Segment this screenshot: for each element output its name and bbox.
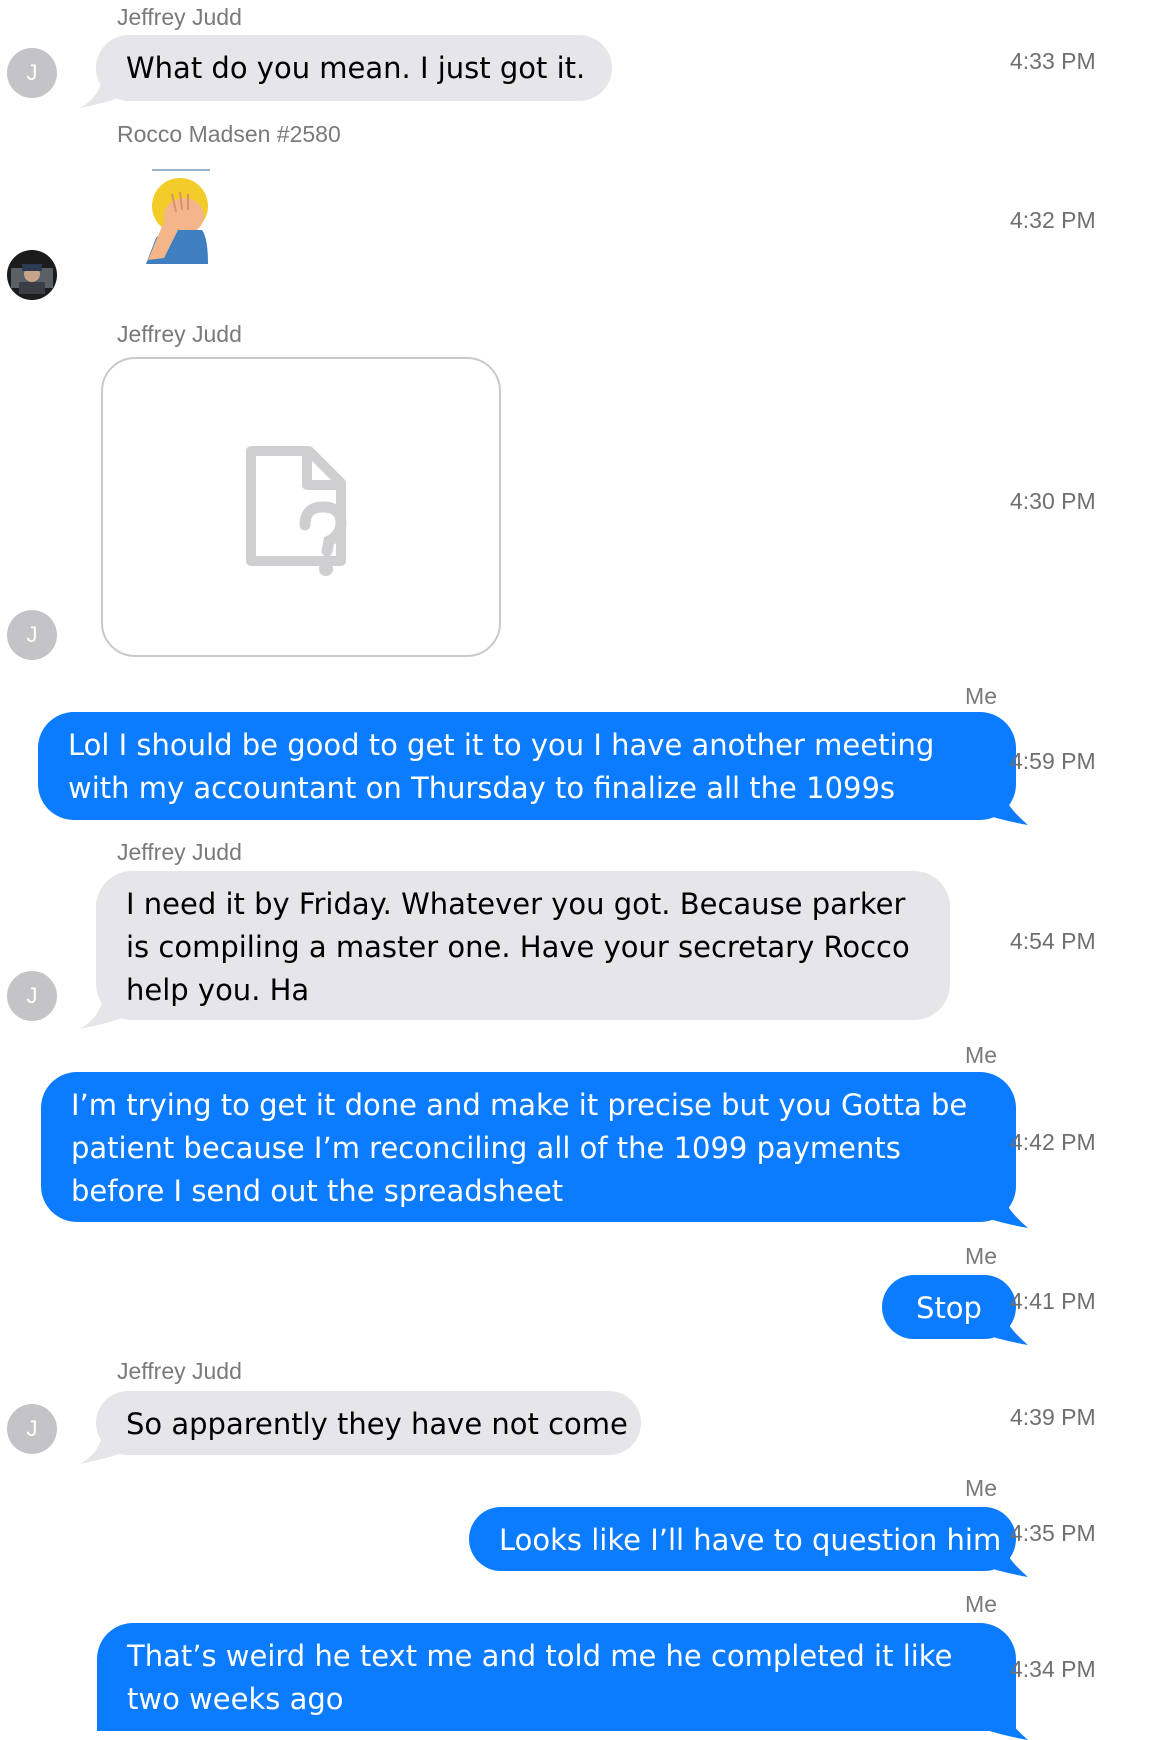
message-bubble[interactable]: I’m trying to get it done and make it pr…: [41, 1072, 1016, 1222]
avatar[interactable]: [7, 250, 57, 300]
message-bubble[interactable]: Looks like I’ll have to question him: [469, 1507, 1016, 1571]
message-time: 4:33 PM: [1010, 48, 1096, 74]
sender-name: Me: [965, 1591, 997, 1617]
sender-name: Jeffrey Judd: [117, 839, 242, 865]
sender-name: Me: [965, 1042, 997, 1068]
message-time: 4:54 PM: [1010, 928, 1096, 954]
avatar[interactable]: J: [7, 610, 57, 660]
message-time: 4:34 PM: [1010, 1656, 1096, 1682]
avatar[interactable]: J: [7, 971, 57, 1021]
sender-name: Rocco Madsen #2580: [117, 121, 341, 147]
sender-name: Me: [965, 1475, 997, 1501]
sender-name: Jeffrey Judd: [117, 321, 242, 347]
message-time: 4:42 PM: [1010, 1129, 1096, 1155]
message-time: 4:39 PM: [1010, 1404, 1096, 1430]
message-bubble[interactable]: So apparently they have not come: [96, 1391, 641, 1455]
avatar[interactable]: J: [7, 48, 57, 98]
message-time: 4:59 PM: [1010, 748, 1096, 774]
facepalm-emoji-icon: [146, 169, 210, 264]
message-bubble[interactable]: Stop: [882, 1275, 1016, 1339]
profile-photo-icon: [7, 250, 57, 300]
message-time: 4:41 PM: [1010, 1288, 1096, 1314]
message-bubble[interactable]: I need it by Friday. Whatever you got. B…: [96, 871, 950, 1020]
message-bubble[interactable]: Lol I should be good to get it to you I …: [38, 712, 1016, 820]
message-time: 4:30 PM: [1010, 488, 1096, 514]
message-bubble[interactable]: That’s weird he text me and told me he c…: [97, 1623, 1016, 1731]
message-time: 4:32 PM: [1010, 207, 1096, 233]
attachment-placeholder[interactable]: [101, 357, 501, 657]
missing-file-icon: [246, 446, 347, 576]
sender-name: Me: [965, 1243, 997, 1269]
message-bubble[interactable]: What do you mean. I just got it.: [96, 35, 612, 101]
avatar[interactable]: J: [7, 1404, 57, 1454]
sender-name: Jeffrey Judd: [117, 4, 242, 30]
sender-name: Me: [965, 683, 997, 709]
sender-name: Jeffrey Judd: [117, 1358, 242, 1384]
message-thread: Jeffrey Judd J What do you mean. I just …: [0, 0, 1153, 1740]
message-time: 4:35 PM: [1010, 1520, 1096, 1546]
